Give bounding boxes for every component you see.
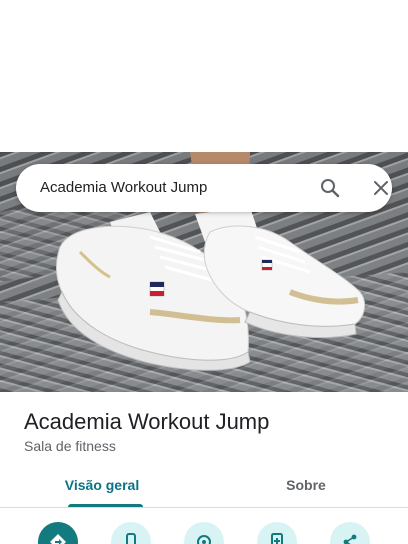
search-icon[interactable] xyxy=(318,176,342,200)
share-icon xyxy=(343,534,357,544)
save-button[interactable] xyxy=(257,522,297,544)
place-title: Academia Workout Jump xyxy=(24,409,270,434)
location-icon xyxy=(197,535,211,544)
tab-overview[interactable]: Visão geral xyxy=(0,466,204,508)
search-input[interactable]: Academia Workout Jump xyxy=(40,164,207,212)
directions-icon xyxy=(50,534,66,544)
save-icon xyxy=(271,533,283,544)
tab-about[interactable]: Sobre xyxy=(204,466,408,508)
call-button[interactable] xyxy=(111,522,151,544)
tab-bar: Visão geral Sobre xyxy=(0,466,408,508)
location-button[interactable] xyxy=(184,522,224,544)
phone-icon xyxy=(126,533,136,544)
directions-button[interactable] xyxy=(38,522,78,544)
tab-selected-indicator xyxy=(68,504,143,507)
place-category: Sala de fitness xyxy=(24,438,116,454)
action-bar xyxy=(0,518,408,544)
share-button[interactable] xyxy=(330,522,370,544)
search-bar[interactable]: Academia Workout Jump xyxy=(16,164,392,212)
close-icon[interactable] xyxy=(369,176,393,200)
